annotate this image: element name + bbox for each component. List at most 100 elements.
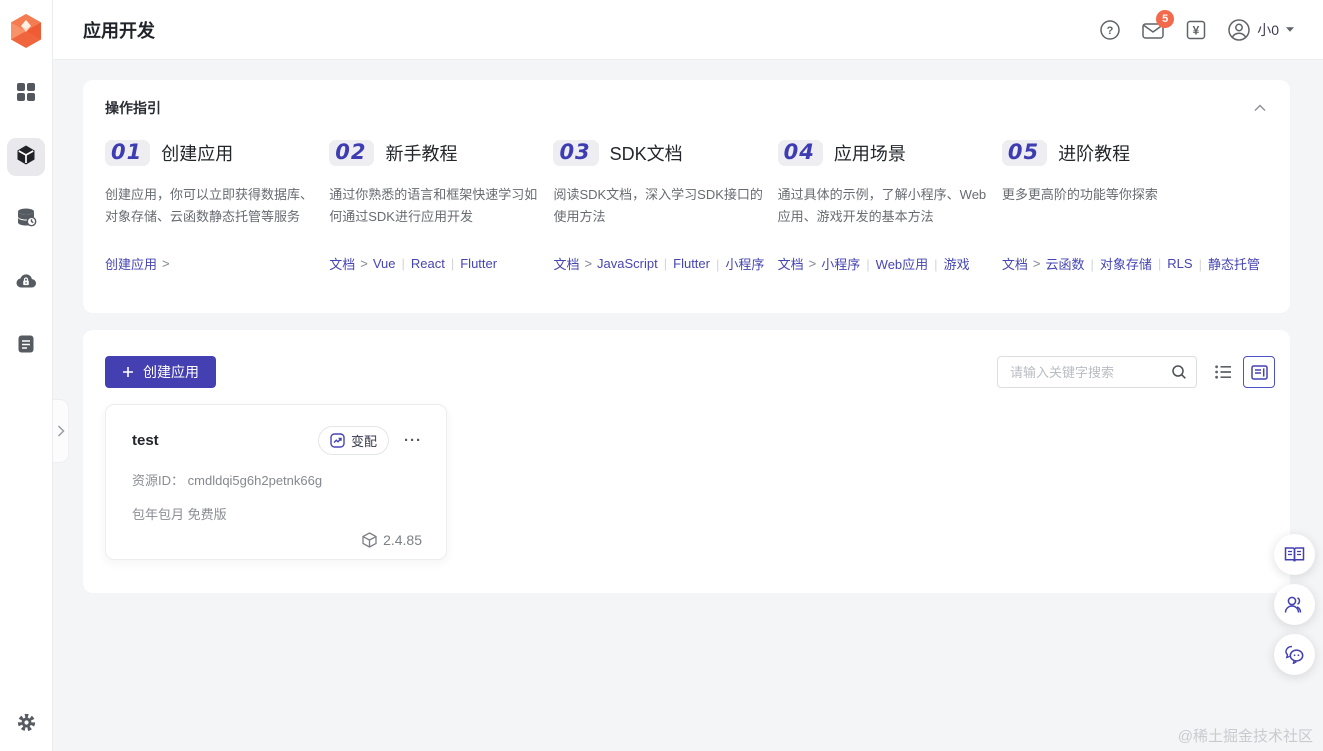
cloudbase-logo-icon[interactable] xyxy=(7,11,45,51)
resource-id-label: 资源ID： xyxy=(132,473,185,488)
tag-link[interactable]: 云函数 xyxy=(1045,254,1084,273)
create-app-button-label: 创建应用 xyxy=(143,364,199,380)
create-app-button[interactable]: 创建应用 xyxy=(105,356,216,388)
app-card-header: test 变配 ··· xyxy=(132,426,422,455)
version-row: 2.4.85 xyxy=(132,532,422,548)
sidebar-item-storage[interactable] xyxy=(7,264,45,302)
dashboard-grid-icon xyxy=(16,82,36,107)
apps-toolbar: 创建应用 xyxy=(105,356,1275,388)
chevron-right-icon xyxy=(57,425,65,437)
docs-link[interactable]: 文档 xyxy=(1002,254,1028,273)
billing-button[interactable]: ¥ xyxy=(1184,18,1208,42)
step-number: 02 xyxy=(329,140,375,166)
search-icon[interactable] xyxy=(1171,364,1187,380)
tag-link[interactable]: Web应用 xyxy=(860,254,929,273)
community-fab-button[interactable] xyxy=(1274,584,1315,625)
tag-link[interactable]: 静态托管 xyxy=(1193,254,1260,273)
create-app-link[interactable]: 创建应用 xyxy=(105,254,157,273)
tag-link[interactable]: 小程序 xyxy=(710,254,764,273)
step-description: 创建应用，你可以立即获得数据库、对象存储、云函数静态托管等服务 xyxy=(105,187,314,224)
step-description: 通过你熟悉的语言和框架快速学习如何通过SDK进行应用开发 xyxy=(329,187,538,224)
sidebar-item-database[interactable] xyxy=(7,201,45,239)
tag-link[interactable]: React xyxy=(395,256,445,271)
step-links: 文档 > 小程序 Web应用 游戏 xyxy=(778,254,994,273)
tag-link[interactable]: 对象存储 xyxy=(1085,254,1152,273)
link-arrow: > xyxy=(584,256,593,271)
tag-link[interactable]: Flutter xyxy=(658,256,710,271)
cloud-lock-icon xyxy=(15,270,37,297)
book-icon xyxy=(1284,547,1305,562)
tag-link[interactable]: JavaScript xyxy=(597,256,658,271)
support-chat-fab-button[interactable] xyxy=(1274,634,1315,675)
guide-step-3: 03 SDK文档 阅读SDK文档，深入学习SDK接口的使用方法 文档 > Jav… xyxy=(553,135,777,273)
database-icon xyxy=(16,207,37,233)
step-number: 05 xyxy=(1001,140,1048,166)
step-title: SDK文档 xyxy=(609,144,683,164)
sidebar-item-app-dev[interactable] xyxy=(7,138,45,176)
user-name: 小0 xyxy=(1257,21,1279,38)
help-icon: ? xyxy=(1100,19,1120,40)
guide-step-2: 02 新手教程 通过你熟悉的语言和框架快速学习如何通过SDK进行应用开发 文档 … xyxy=(329,135,553,273)
billing-icon: ¥ xyxy=(1186,20,1206,39)
notifications-button[interactable]: 5 xyxy=(1141,9,1175,42)
main-column: 应用开发 ? 5 ¥ 小0 操作指引 01 创建应用 创建应用，你可以立即获得数… xyxy=(53,0,1323,751)
step-number: 04 xyxy=(777,140,823,166)
guide-step-1: 01 创建应用 创建应用，你可以立即获得数据库、对象存储、云函数静态托管等服务 … xyxy=(105,135,329,273)
tag-link[interactable]: Vue xyxy=(373,256,396,271)
guide-collapse-button[interactable] xyxy=(1248,96,1272,120)
card-view-button[interactable] xyxy=(1243,356,1275,388)
guide-steps: 01 创建应用 创建应用，你可以立即获得数据库、对象存储、云函数静态托管等服务 … xyxy=(105,135,1268,273)
settings-gear-icon[interactable] xyxy=(7,703,45,741)
resource-id-value: cmdldqi5g6h2petnk66g xyxy=(187,473,323,488)
svg-text:?: ? xyxy=(1107,25,1114,37)
guide-title: 操作指引 xyxy=(105,100,161,116)
step-links: 创建应用 > xyxy=(105,254,321,273)
docs-link[interactable]: 文档 xyxy=(778,254,804,273)
search-box xyxy=(997,356,1197,388)
user-menu[interactable]: 小0 xyxy=(1227,18,1295,42)
tag-link[interactable]: RLS xyxy=(1152,256,1192,271)
step-links: 文档 > Vue React Flutter xyxy=(329,254,545,273)
card-view-icon xyxy=(1250,364,1268,380)
app-card-test[interactable]: test 变配 ··· 资源ID： cmdldqi5g6h2petnk66g 包… xyxy=(105,404,447,560)
plus-icon xyxy=(123,367,133,377)
tag-link[interactable]: 小程序 xyxy=(821,254,860,273)
sidebar-item-docs[interactable] xyxy=(7,327,45,365)
docs-fab-button[interactable] xyxy=(1274,534,1315,575)
step-number: 03 xyxy=(553,140,599,166)
sidebar-nav xyxy=(7,75,45,365)
more-actions-button[interactable]: ··· xyxy=(404,433,422,448)
step-number: 01 xyxy=(105,140,151,166)
search-input[interactable] xyxy=(1010,364,1171,380)
list-view-button[interactable] xyxy=(1207,356,1239,388)
header-actions: ? 5 ¥ 小0 xyxy=(1098,9,1295,42)
step-title: 应用场景 xyxy=(833,144,906,164)
page-title: 应用开发 xyxy=(83,20,155,41)
content-area: 操作指引 01 创建应用 创建应用，你可以立即获得数据库、对象存储、云函数静态托… xyxy=(53,60,1323,751)
step-links: 文档 > JavaScript Flutter 小程序 xyxy=(553,254,769,273)
docs-link[interactable]: 文档 xyxy=(553,254,579,273)
app-version: 2.4.85 xyxy=(383,532,422,548)
step-description: 更多更高阶的功能等你探索 xyxy=(1001,187,1158,202)
sidebar-collapse-handle[interactable] xyxy=(53,399,69,463)
chat-bubbles-icon xyxy=(1285,645,1304,664)
link-arrow: > xyxy=(162,256,170,271)
resize-plan-button[interactable]: 变配 xyxy=(317,426,389,455)
step-title: 进阶教程 xyxy=(1058,144,1131,164)
guide-panel: 操作指引 01 创建应用 创建应用，你可以立即获得数据库、对象存储、云函数静态托… xyxy=(83,80,1290,313)
step-description: 通过具体的示例，了解小程序、Web应用、游戏开发的基本方法 xyxy=(777,187,987,224)
sidebar-item-overview[interactable] xyxy=(7,75,45,113)
step-links: 文档 > 云函数 对象存储 RLS 静态托管 xyxy=(1002,254,1260,273)
link-arrow: > xyxy=(808,256,817,271)
resource-id-row: 资源ID： cmdldqi5g6h2petnk66g xyxy=(132,470,422,489)
chevron-up-icon xyxy=(1254,104,1266,111)
help-button[interactable]: ? xyxy=(1098,18,1122,42)
view-toggles xyxy=(1207,356,1275,388)
package-icon xyxy=(362,532,377,548)
apps-panel: 创建应用 请输入关键字搜索 test 变配 ··· 资源ID： cmdldqi5… xyxy=(83,330,1290,593)
tag-link[interactable]: 游戏 xyxy=(928,254,970,273)
sidebar xyxy=(0,0,53,751)
docs-link[interactable]: 文档 xyxy=(329,254,355,273)
tag-link[interactable]: Flutter xyxy=(445,256,497,271)
chevron-down-icon xyxy=(1286,27,1294,32)
